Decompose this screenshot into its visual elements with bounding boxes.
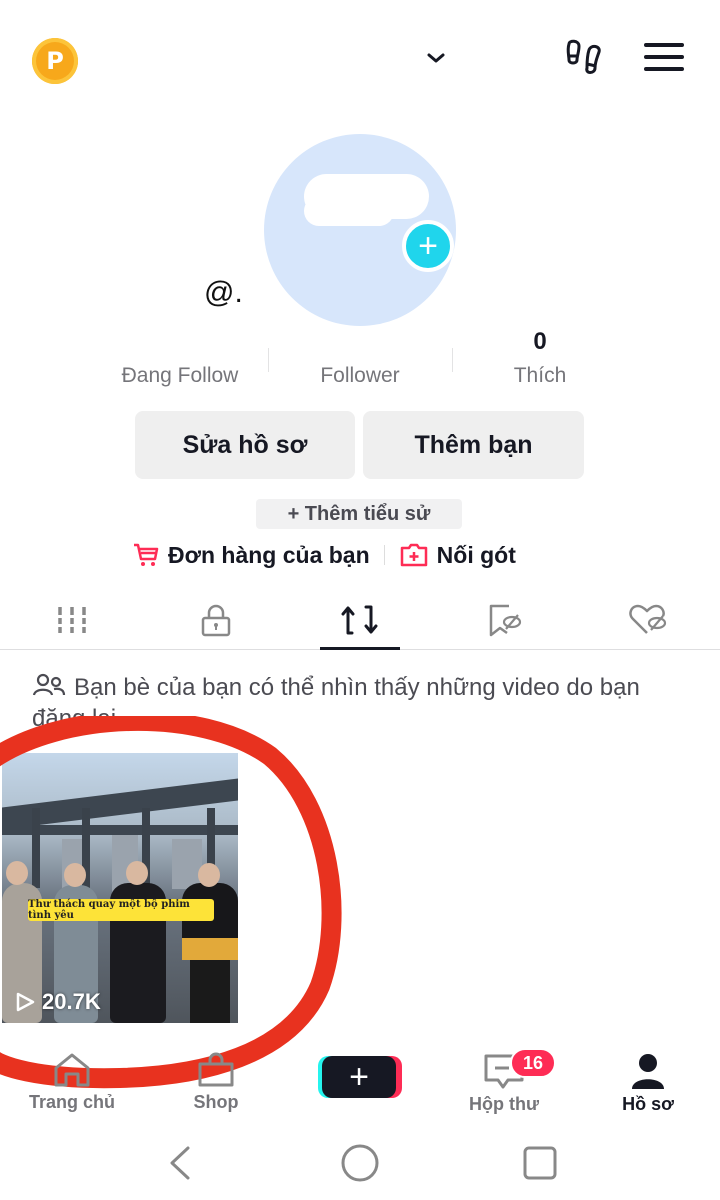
stat-likes[interactable]: 0 Thích xyxy=(450,328,630,398)
home-button-icon[interactable] xyxy=(341,1144,379,1182)
nav-create[interactable]: + xyxy=(288,1052,432,1122)
stat-value xyxy=(270,328,450,360)
coin-letter: P xyxy=(46,47,64,75)
username-handle: @. xyxy=(204,276,243,309)
thumbnail-figure xyxy=(198,863,220,887)
nav-label: Hồ sơ xyxy=(622,1094,674,1114)
thumbnail-figure xyxy=(126,861,148,885)
stat-value xyxy=(90,328,270,360)
content-tabs xyxy=(0,590,720,650)
video-thumbnail[interactable]: Thư thách quay một bộ phim tình yêu 20.7… xyxy=(2,753,238,1023)
create-button[interactable]: + xyxy=(318,1056,402,1098)
view-count: 20.7K xyxy=(14,989,101,1015)
add-bio-button[interactable]: + Thêm tiểu sử xyxy=(256,499,462,529)
tab-private[interactable] xyxy=(144,590,288,649)
thumbnail-figure xyxy=(64,863,86,887)
nav-label: Hộp thư xyxy=(468,1094,539,1114)
thumbnail-scenery xyxy=(172,839,202,889)
coin-rewards-button[interactable]: P xyxy=(32,38,78,84)
tab-reposts[interactable] xyxy=(288,590,432,650)
stat-divider xyxy=(452,348,453,372)
tab-favorites[interactable] xyxy=(432,590,576,649)
thumbnail-scenery xyxy=(32,808,40,888)
profile-links: Đơn hàng của bạn Nối gót xyxy=(132,538,516,572)
footprints-icon[interactable] xyxy=(563,38,605,78)
repost-icon xyxy=(341,605,378,634)
stat-value: 0 xyxy=(533,328,547,355)
add-box-icon xyxy=(400,543,427,567)
nav-profile[interactable]: Hồ sơ xyxy=(576,1052,720,1122)
profile-stats: Đang Follow Follower 0 Thích xyxy=(90,328,630,398)
stat-divider xyxy=(268,348,269,372)
stat-followers[interactable]: Follower xyxy=(270,328,450,398)
repost-visibility-notice: Bạn bè của bạn có thể nhìn thấy những vi… xyxy=(32,672,652,734)
edit-profile-button[interactable]: Sửa hồ sơ xyxy=(135,411,355,479)
stat-label: Follower xyxy=(320,364,400,387)
chevron-down-icon[interactable] xyxy=(424,46,448,70)
hamburger-menu-icon[interactable] xyxy=(644,43,684,73)
stat-following[interactable]: Đang Follow xyxy=(90,328,270,398)
create-plus-icon: + xyxy=(322,1056,396,1098)
shop-icon xyxy=(198,1052,234,1087)
duet-link[interactable]: Nối gót xyxy=(437,542,516,569)
nav-inbox[interactable]: 16 Hộp thư xyxy=(432,1048,576,1122)
bottom-nav: Trang chủ Shop + 16 Hộp thư Hồ sơ xyxy=(0,1048,720,1122)
stat-label: Đang Follow xyxy=(121,364,239,387)
view-count-value: 20.7K xyxy=(42,989,101,1014)
nav-home[interactable]: Trang chủ xyxy=(0,1052,144,1122)
heart-hidden-icon xyxy=(629,604,667,634)
back-icon[interactable] xyxy=(170,1146,190,1180)
thumbnail-figure xyxy=(190,960,230,1023)
profile-icon xyxy=(632,1054,664,1089)
bookmark-hidden-icon xyxy=(489,604,522,636)
plus-icon: + xyxy=(418,227,438,265)
thumbnail-figure xyxy=(182,938,238,960)
inbox-badge: 16 xyxy=(510,1048,556,1078)
system-navigation-bar xyxy=(170,1144,557,1182)
play-icon xyxy=(16,992,35,1012)
nav-label: Shop xyxy=(193,1092,239,1112)
video-caption: Thư thách quay một bộ phim tình yêu xyxy=(28,899,214,921)
thumbnail-figure xyxy=(6,861,28,885)
add-avatar-button[interactable]: + xyxy=(402,220,454,272)
lock-icon xyxy=(201,604,231,636)
add-friend-button[interactable]: Thêm bạn xyxy=(363,411,584,479)
grid-icon xyxy=(58,606,86,633)
recents-icon[interactable] xyxy=(523,1146,557,1180)
orders-link[interactable]: Đơn hàng của bạn xyxy=(168,542,370,569)
home-icon xyxy=(54,1053,90,1087)
link-divider xyxy=(383,545,385,565)
tab-videos[interactable] xyxy=(0,590,144,649)
tab-liked[interactable] xyxy=(576,590,720,649)
nav-shop[interactable]: Shop xyxy=(144,1052,288,1122)
nav-label: Trang chủ xyxy=(28,1092,115,1112)
friends-icon xyxy=(32,673,66,696)
shopping-cart-icon xyxy=(134,543,159,566)
redaction-mark xyxy=(304,196,394,226)
stat-label: Thích xyxy=(513,364,567,387)
notice-text: Bạn bè của bạn có thể nhìn thấy những vi… xyxy=(32,674,640,732)
